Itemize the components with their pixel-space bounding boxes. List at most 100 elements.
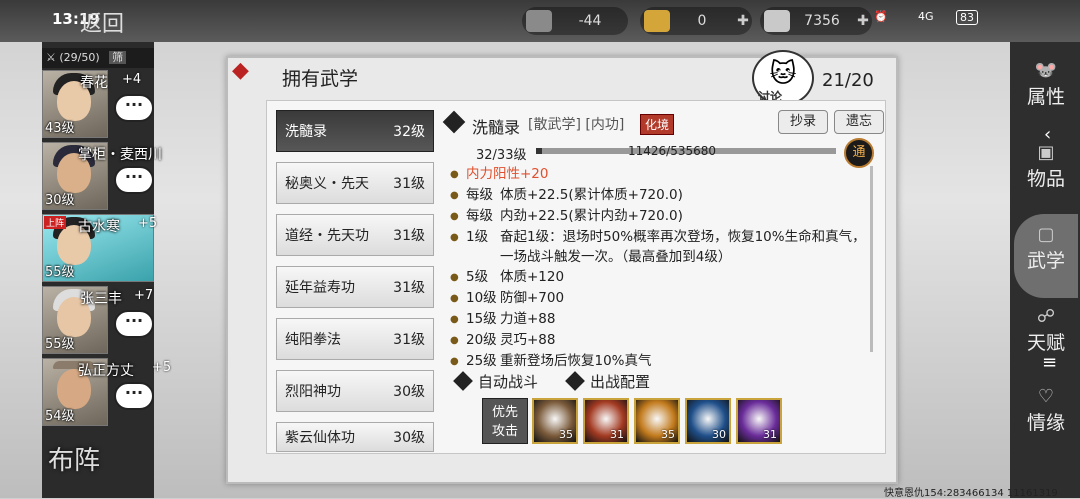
skill-level: 30级: [393, 430, 425, 446]
skill-count: 21/20: [822, 70, 874, 91]
skill-list-item[interactable]: 秘奥义・先天 31级: [276, 162, 434, 204]
footer-id: 快意恩仇154:283466134 11161319: [884, 488, 1058, 499]
chat-bubble-button[interactable]: ···: [114, 310, 154, 338]
effect-row: ● 25级 重新登场后恢复10%真气: [450, 351, 870, 372]
skill-list-item[interactable]: 烈阳神功 30级: [276, 370, 434, 412]
forget-button[interactable]: 遗忘: [834, 110, 884, 134]
nav-label: 武学: [1026, 250, 1065, 272]
skill-slot-level: 31: [610, 428, 624, 441]
chat-bubble-button[interactable]: ···: [114, 166, 154, 194]
battle-skill-slot[interactable]: 30: [685, 398, 731, 444]
brush-emblem-icon: ◆: [232, 58, 249, 83]
character-bonus: +7: [134, 288, 154, 303]
add-gold-button[interactable]: ✚: [734, 13, 752, 29]
nav-label: 属性: [1026, 86, 1065, 108]
skill-level: 31级: [393, 228, 425, 244]
filter-button[interactable]: 筛: [109, 51, 127, 64]
skill-level: 31级: [393, 176, 425, 192]
battle-config-label: 出战配置: [590, 373, 651, 391]
battle-config-button[interactable]: 出战配置: [565, 371, 651, 392]
skill-level: 31级: [393, 332, 425, 348]
effect-text: 灵巧+88: [500, 332, 556, 348]
auto-battle-label: 自动战斗: [478, 373, 539, 391]
auto-battle-toggle[interactable]: 自动战斗: [453, 371, 539, 392]
effect-text: 内劲+22.5(累计内劲+720.0): [500, 208, 683, 224]
bullet-icon: ●: [450, 169, 459, 180]
effects-scrollbar[interactable]: [870, 166, 873, 352]
character-level: 54级: [45, 409, 75, 424]
skill-name: 烈阳神功: [285, 384, 341, 400]
skill-level: 32级: [393, 124, 425, 140]
skill-list-item[interactable]: 紫云仙体功 30级: [276, 422, 434, 452]
skill-name: 道经・先天功: [285, 228, 369, 244]
effect-row: ● 5级 体质+120: [450, 267, 870, 288]
bullet-icon: ●: [450, 356, 459, 367]
effect-row: ● 内力阳性+20: [450, 164, 870, 185]
diamond-icon: [453, 371, 473, 391]
realm-badge: 化境: [640, 114, 675, 135]
nav-martial-arts[interactable]: ▢ 武学: [1014, 214, 1078, 298]
bullet-icon: ●: [450, 190, 459, 201]
resource-value: 0: [697, 13, 707, 29]
effect-text: 重新登场后恢复10%真气: [500, 353, 652, 369]
effect-level: 1级: [466, 229, 489, 245]
resource-gold: 0 ✚: [640, 7, 752, 35]
character-name: 张三丰: [80, 291, 122, 307]
team-header: ⚔ (29/50) 筛: [42, 48, 154, 68]
effect-text: 体质+22.5(累计体质+720.0): [500, 187, 683, 203]
detail-title: 洗髓录: [472, 118, 521, 137]
skill-name: 洗髓录: [285, 124, 327, 140]
chat-bubble-button[interactable]: ···: [114, 94, 154, 122]
effect-row: ● 20级 灵巧+88: [450, 330, 870, 351]
effect-level: 10级: [466, 290, 497, 306]
menu-icon[interactable]: ≡: [1042, 352, 1057, 373]
add-silver-button[interactable]: ✚: [854, 13, 872, 29]
exp-text: 11426/535680: [628, 144, 717, 158]
skill-list-item[interactable]: 延年益寿功 31级: [276, 266, 434, 308]
scroll-icon: ▢: [1037, 224, 1055, 245]
nav-items[interactable]: ▣ 物品: [1014, 142, 1078, 202]
priority-attack-button[interactable]: 优先 攻击: [482, 398, 528, 444]
cat-icon: 🐱: [769, 59, 797, 89]
skill-list-item[interactable]: 纯阳拳法 31级: [276, 318, 434, 360]
bullet-icon: ●: [450, 272, 459, 283]
skill-level: 30级: [393, 384, 425, 400]
silver-icon: [764, 10, 790, 32]
resource-value: -44: [578, 13, 602, 29]
bullet-icon: ●: [450, 211, 459, 222]
copy-button[interactable]: 抄录: [778, 110, 828, 134]
effects-list: ● 内力阳性+20 ● 每级 体质+22.5(累计体质+720.0) ● 每级 内劲+22.5…: [450, 164, 870, 372]
skill-list-item[interactable]: 道经・先天功 31级: [276, 214, 434, 256]
resource-silver: 7356 ✚: [760, 7, 872, 35]
gold-icon: [644, 10, 670, 32]
chat-bubble-button[interactable]: ···: [114, 382, 154, 410]
resource-cart: -44: [522, 7, 628, 35]
heart-icon: ♡: [1037, 386, 1055, 407]
box-icon: ▣: [1037, 142, 1055, 163]
team-count: (29/50): [59, 51, 100, 64]
character-level: 30级: [45, 193, 75, 208]
skill-list-item-selected[interactable]: 洗髓录 32级: [276, 110, 434, 152]
character-level: 55级: [45, 337, 75, 352]
battle-skill-slot[interactable]: 31: [583, 398, 629, 444]
battle-skill-slot[interactable]: 35: [634, 398, 680, 444]
bullet-icon: ●: [450, 335, 459, 346]
effect-level: 每级: [466, 208, 493, 224]
back-button[interactable]: 返回: [80, 6, 124, 38]
formation-button[interactable]: 布阵: [48, 440, 148, 490]
effect-level: 5级: [466, 269, 489, 285]
battle-skill-slot[interactable]: 35: [532, 398, 578, 444]
effect-level: 20级: [466, 332, 497, 348]
nav-label: 物品: [1026, 168, 1065, 190]
battle-skill-slot[interactable]: 31: [736, 398, 782, 444]
character-name: 春花: [80, 75, 108, 91]
skill-level: 31级: [393, 280, 425, 296]
effect-text: 体质+120: [500, 269, 565, 285]
nav-relationships[interactable]: ♡ 情缘: [1014, 386, 1078, 446]
skill-slot-level: 30: [712, 428, 726, 441]
skill-name: 延年益寿功: [285, 280, 355, 296]
effect-level: 25级: [466, 353, 497, 369]
character-name: 弘正方丈: [78, 363, 134, 379]
nav-attributes[interactable]: 🐭 属性: [1014, 60, 1078, 120]
panel-title: 拥有武学: [282, 68, 359, 90]
